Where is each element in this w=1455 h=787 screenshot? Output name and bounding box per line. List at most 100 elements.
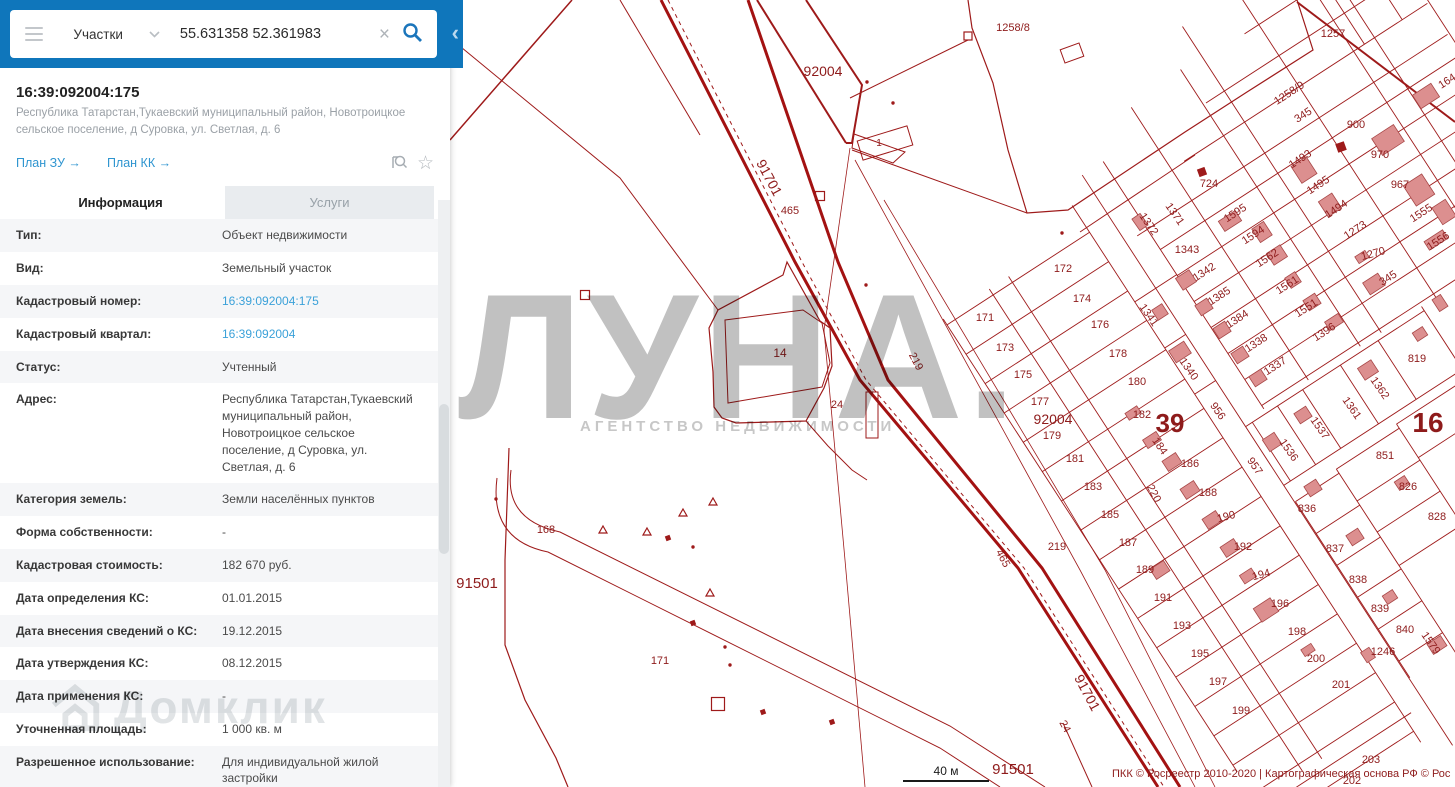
table-row: Уточненная площадь: 1 000 кв. м bbox=[0, 713, 450, 746]
map-mark-dot bbox=[728, 663, 732, 667]
map-road bbox=[746, 0, 1182, 787]
app-window: 1258/8 1257 1258/9 345 900 164 970 967 724 1493 14… bbox=[0, 0, 1455, 787]
map-parcel-label: 1 bbox=[876, 138, 882, 149]
map-labels: 1258/8 12571258/9345 900164970967724149314… bbox=[456, 22, 1455, 787]
map-mark-square bbox=[1335, 141, 1347, 153]
map-mark-triangle bbox=[677, 507, 689, 517]
map-mark-square bbox=[828, 718, 836, 726]
map-parcel-label: 189 bbox=[1136, 564, 1154, 576]
map-parcel-label: 178 bbox=[1109, 348, 1127, 360]
map-line bbox=[1296, 1, 1455, 123]
detail-label: Категория земель: bbox=[16, 492, 127, 507]
map-parcel-label: 465 bbox=[781, 205, 799, 217]
preview-search-icon[interactable] bbox=[390, 152, 409, 174]
detail-label: Форма собственности: bbox=[16, 525, 153, 540]
map-parcel-label: 1340 bbox=[1177, 356, 1201, 383]
map-mark-square-outline bbox=[710, 696, 726, 712]
search-input[interactable] bbox=[177, 25, 369, 43]
favorite-star-icon[interactable]: ☆ bbox=[417, 154, 434, 173]
map-mark-dot bbox=[865, 80, 869, 84]
plan-kk-link[interactable]: План КК → bbox=[107, 156, 171, 170]
detail-value: - bbox=[222, 689, 226, 704]
tab-services[interactable]: Услуги bbox=[225, 186, 434, 220]
detail-label: Дата внесения сведений о КС: bbox=[16, 623, 198, 638]
map-parcel-label: 180 bbox=[1128, 376, 1146, 388]
map-line bbox=[883, 199, 1216, 787]
tabs-bar: Информация Услуги bbox=[16, 186, 434, 220]
map-line bbox=[854, 159, 1196, 787]
map-building bbox=[1431, 198, 1455, 226]
detail-value-link[interactable]: 16:39:092004 bbox=[222, 326, 434, 343]
table-row: Дата утверждения КС: 08.12.2015 bbox=[0, 647, 450, 680]
map-mark-square-outline bbox=[579, 289, 591, 301]
map-parcel-label: 194 bbox=[1251, 567, 1272, 583]
detail-label: Дата применения КС: bbox=[16, 689, 144, 704]
map-parcel-label: 851 bbox=[1376, 450, 1394, 462]
map-parcel-label: 202 bbox=[1343, 775, 1361, 787]
detail-label: Дата определения КС: bbox=[16, 590, 149, 605]
map-parcel-label: 828 bbox=[1428, 511, 1446, 523]
map-mark-dot bbox=[723, 645, 727, 649]
map-parcel-label: 1362 bbox=[1368, 375, 1392, 402]
map-parcel-label: 819 bbox=[1408, 353, 1426, 365]
sidebar-scrollbar[interactable] bbox=[438, 200, 450, 787]
map-parcel-label: 200 bbox=[1307, 653, 1325, 665]
table-row: Дата внесения сведений о КС: 19.12.2015 bbox=[0, 614, 450, 648]
map-parcel-label: 1556 bbox=[1425, 230, 1452, 253]
plan-zu-link[interactable]: План ЗУ → bbox=[16, 156, 81, 170]
map-parcel-label: 1384 bbox=[1224, 308, 1251, 331]
map-parcel-label: 837 bbox=[1326, 543, 1344, 555]
map-marks bbox=[494, 31, 1347, 726]
map-line bbox=[495, 477, 1001, 787]
map-mark-triangle bbox=[597, 524, 609, 534]
map-mark-dot bbox=[494, 497, 498, 501]
detail-label: Кадастровый номер: bbox=[16, 293, 142, 308]
map-parcel-label: 1257 bbox=[1321, 28, 1345, 40]
table-row: Категория земель: Земли населённых пункто… bbox=[0, 483, 450, 517]
map-building bbox=[1411, 82, 1441, 110]
menu-icon[interactable] bbox=[25, 23, 44, 45]
detail-value: 182 670 руб. bbox=[222, 557, 292, 572]
map-building-outline bbox=[1059, 42, 1085, 64]
detail-label: Кадастровая стоимость: bbox=[16, 557, 163, 572]
clear-search-icon[interactable]: × bbox=[369, 25, 400, 44]
search-card: Участки × bbox=[10, 10, 437, 58]
map-parcel-label: 957 bbox=[1244, 455, 1264, 477]
map-parcel-label: 1579 bbox=[1419, 630, 1443, 657]
scale-label: 40 м bbox=[933, 764, 959, 778]
search-category-dropdown[interactable]: Участки bbox=[73, 27, 160, 42]
map-parcel-label: 199 bbox=[1232, 705, 1250, 717]
map-mark-square-outline bbox=[963, 31, 973, 41]
map-parcel-label: 1385 bbox=[1206, 285, 1233, 308]
map-line bbox=[1062, 722, 1093, 787]
map-parcel-label: 191 bbox=[1154, 592, 1172, 604]
table-row: Дата определения КС: 01.01.2015 bbox=[0, 582, 450, 615]
map-parcel-label: 1371 bbox=[1163, 201, 1187, 228]
detail-label: Вид: bbox=[16, 261, 44, 276]
map-line bbox=[449, 0, 573, 141]
map-building bbox=[1431, 293, 1449, 313]
map-parcel-label: 840 bbox=[1396, 624, 1414, 636]
scrollbar-thumb[interactable] bbox=[439, 404, 449, 554]
detail-value: 01.01.2015 bbox=[222, 590, 283, 605]
search-button[interactable] bbox=[400, 22, 437, 46]
map-parcel-label: 196 bbox=[1271, 598, 1289, 610]
map-parcel-label: 190 bbox=[1216, 509, 1237, 525]
collapse-sidebar-button[interactable]: ‹ bbox=[450, 22, 461, 44]
detail-value-link[interactable]: 16:39:092004:175 bbox=[222, 293, 434, 310]
map-mark-dot bbox=[691, 545, 695, 549]
detail-value: - bbox=[222, 525, 226, 540]
map-parcel-label: 900 bbox=[1347, 119, 1365, 131]
map-parcel-label: 1246 bbox=[1371, 646, 1395, 658]
table-row: Кадастровый квартал: 16:39:092004 bbox=[0, 318, 450, 351]
map-building bbox=[1161, 452, 1183, 472]
map-road bbox=[659, 0, 1160, 787]
map-mark-triangle bbox=[641, 526, 653, 536]
tab-information[interactable]: Информация bbox=[16, 186, 225, 220]
map-parcel-label: 24 bbox=[1056, 718, 1072, 734]
map-parcel-label: 186 bbox=[1181, 458, 1199, 470]
detail-value: Республика Татарстан,Тукаевский муниципа… bbox=[222, 392, 413, 474]
map-parcel-label: 197 bbox=[1209, 676, 1227, 688]
detail-value: Учтенный bbox=[222, 359, 277, 374]
table-row: Разрешенное использование: Для индивидуал… bbox=[0, 745, 450, 787]
